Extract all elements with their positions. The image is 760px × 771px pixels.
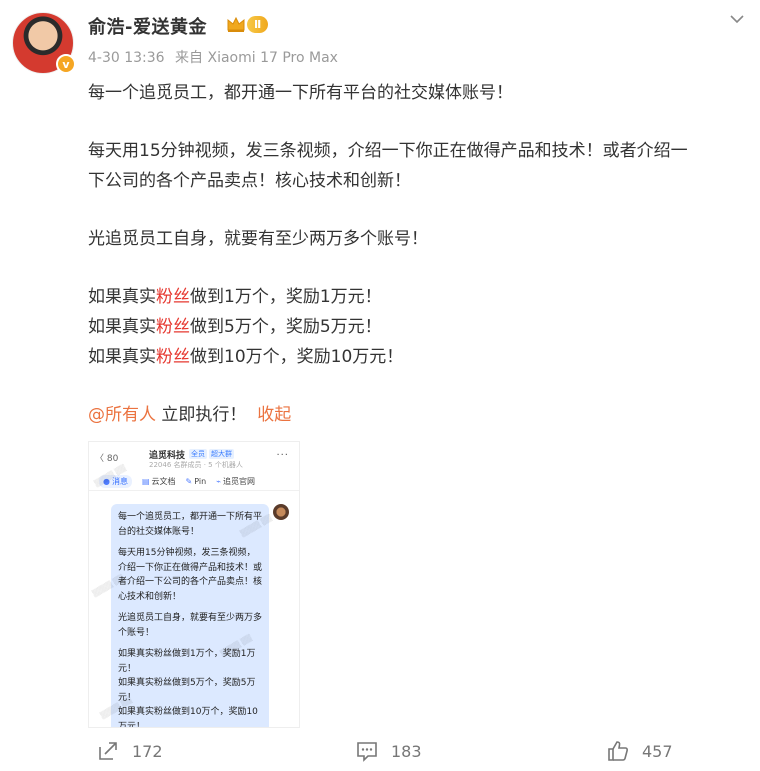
tab-website: ⌁ 追觅官网 xyxy=(216,477,256,486)
paragraph: 光追觅员工自身，就要有至少两万多个账号！ xyxy=(88,229,428,249)
post-meta: 4-30 13:36 来自 Xiaomi 17 Pro Max xyxy=(88,47,344,67)
message-bubble: 每一个追觅员工，都开通一下所有平台的社交媒体账号！ 每天用15分钟视频，发三条视… xyxy=(111,504,269,728)
fans-keyword[interactable]: 粉丝 xyxy=(156,347,190,367)
message-line: 如果真实粉丝做到5万个，奖励5万元！ xyxy=(118,678,256,703)
collapse-link[interactable]: 收起 xyxy=(257,405,291,425)
paragraph: 每天用15分钟视频，发三条视频，介绍一下你正在做得产品和技术！或者介绍一 xyxy=(88,141,688,161)
tab-docs: ▤ 云文档 xyxy=(141,477,176,486)
fans-keyword[interactable]: 粉丝 xyxy=(156,287,190,307)
repost-button[interactable]: 172 xyxy=(96,739,163,763)
crown-icon xyxy=(227,16,245,32)
paragraph: @所有人 立即执行！ 收起 xyxy=(88,405,292,425)
chat-tag: 全员 xyxy=(189,449,207,459)
message-line: 光追觅员工自身，就要有至少两万多个账号！ xyxy=(118,613,263,638)
repost-count: 172 xyxy=(132,741,163,761)
vip-level: Ⅱ xyxy=(247,15,269,33)
reward-line: 如果真实粉丝做到1万个，奖励1万元！ xyxy=(88,287,382,307)
post-image[interactable]: 〈 80 追觅科技 全员 超大群 22046 名群成员 · 5 个机器人 ···… xyxy=(88,441,300,728)
vip-badge[interactable]: Ⅱ xyxy=(226,15,269,33)
comment-icon xyxy=(357,742,377,762)
chat-tabs: ● 消息 ▤ 云文档 ✎ Pin ⌁ 追觅官网 xyxy=(89,473,299,491)
chat-subtitle: 22046 名群成员 · 5 个机器人 xyxy=(149,461,243,469)
tab-pin: ✎ Pin xyxy=(185,477,207,486)
chat-tag: 超大群 xyxy=(209,449,234,459)
sender-avatar xyxy=(273,504,289,520)
post-date[interactable]: 4-30 13:36 xyxy=(88,50,165,66)
message-line: 如果真实粉丝做到10万个，奖励10万元！ xyxy=(118,707,258,728)
post-content: 每一个追觅员工，都开通一下所有平台的社交媒体账号！ 每天用15分钟视频，发三条视… xyxy=(88,78,748,430)
share-icon xyxy=(99,742,117,760)
more-icon: ··· xyxy=(276,450,289,461)
thumbs-up-icon xyxy=(608,741,628,761)
post-source: 来自 Xiaomi 17 Pro Max xyxy=(175,50,338,66)
reward-line: 如果真实粉丝做到5万个，奖励5万元！ xyxy=(88,317,382,337)
fans-keyword[interactable]: 粉丝 xyxy=(156,317,190,337)
comment-button[interactable]: 183 xyxy=(355,739,422,763)
message-line: 如果真实粉丝做到1万个，奖励1万元！ xyxy=(118,649,256,674)
paragraph: 下公司的各个产品卖点！核心技术和创新！ xyxy=(88,171,411,191)
like-button[interactable]: 457 xyxy=(606,739,673,763)
username[interactable]: 俞浩-爱送黄金 xyxy=(88,13,207,39)
paragraph: 每一个追觅员工，都开通一下所有平台的社交媒体账号！ xyxy=(88,83,513,103)
chevron-down-icon[interactable] xyxy=(726,8,748,30)
comment-count: 183 xyxy=(391,741,422,761)
verified-badge-icon: v xyxy=(56,54,76,74)
mention-link[interactable]: @所有人 xyxy=(88,405,156,425)
like-count: 457 xyxy=(642,741,673,761)
message-line: 每天用15分钟视频，发三条视频，介绍一下你正在做得产品和技术！或者介绍一下公司的… xyxy=(118,548,263,602)
action-bar: 172 183 457 xyxy=(0,731,760,771)
back-button: 〈 80 xyxy=(95,454,119,464)
reward-line: 如果真实粉丝做到10万个，奖励10万元！ xyxy=(88,347,404,367)
